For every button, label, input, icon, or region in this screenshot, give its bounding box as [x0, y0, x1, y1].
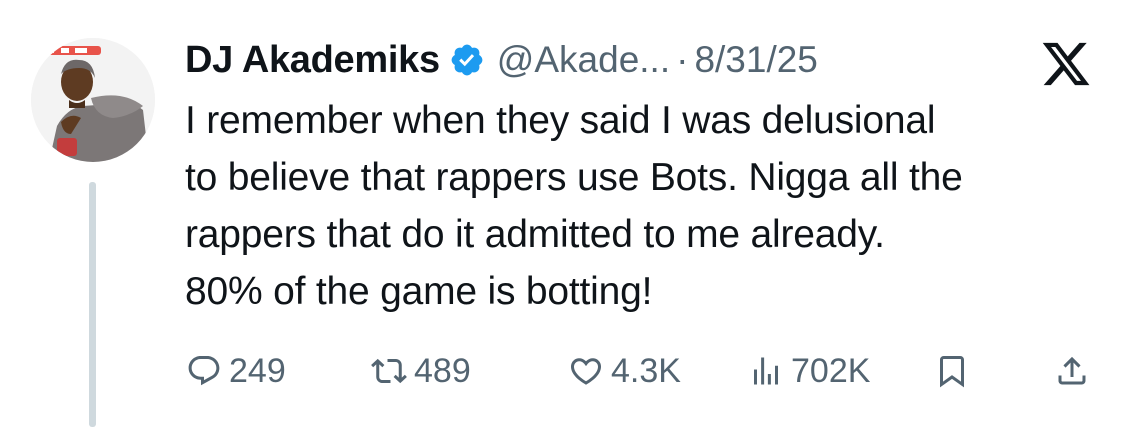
like-count: 4.3K [611, 351, 681, 390]
tweet-card: DJ Akademiks @Akade... · 8/31/25 I remem… [0, 0, 1125, 427]
action-bar: 249 489 4.3K 702K [185, 348, 1090, 394]
reply-icon [185, 352, 223, 390]
bookmark-button[interactable] [933, 348, 977, 394]
share-icon [1053, 352, 1091, 390]
author-handle[interactable]: @Akade... [497, 39, 670, 81]
views-button[interactable]: 702K [747, 348, 870, 394]
heart-icon [567, 352, 605, 390]
author-name[interactable]: DJ Akademiks [185, 39, 440, 82]
x-logo-icon [1040, 38, 1092, 90]
tweet-text-line: rappers that do it admitted to me alread… [185, 213, 885, 256]
tweet-header: DJ Akademiks @Akade... · 8/31/25 [185, 34, 818, 86]
tweet-text-line: 80% of the game is botting! [185, 270, 653, 313]
tweet-text: I remember when they said I was delusion… [185, 92, 1105, 320]
tweet-text-line: I remember when they said I was delusion… [185, 99, 936, 142]
avatar-image [31, 38, 155, 162]
views-chart-icon [747, 352, 785, 390]
repost-icon [370, 352, 408, 390]
reply-count: 249 [229, 351, 286, 390]
like-button[interactable]: 4.3K [567, 348, 681, 394]
reply-button[interactable]: 249 [185, 348, 286, 394]
tweet-date[interactable]: 8/31/25 [694, 39, 817, 81]
share-button[interactable] [1053, 348, 1097, 394]
views-count: 702K [791, 351, 871, 390]
thread-line [89, 182, 96, 427]
avatar[interactable] [31, 38, 155, 162]
meta-separator: · [676, 39, 689, 80]
repost-button[interactable]: 489 [370, 348, 471, 394]
verified-badge-icon [449, 42, 485, 78]
bookmark-icon [933, 352, 971, 390]
repost-count: 489 [414, 351, 471, 390]
tweet-text-line: to believe that rappers use Bots. Nigga … [185, 156, 963, 199]
